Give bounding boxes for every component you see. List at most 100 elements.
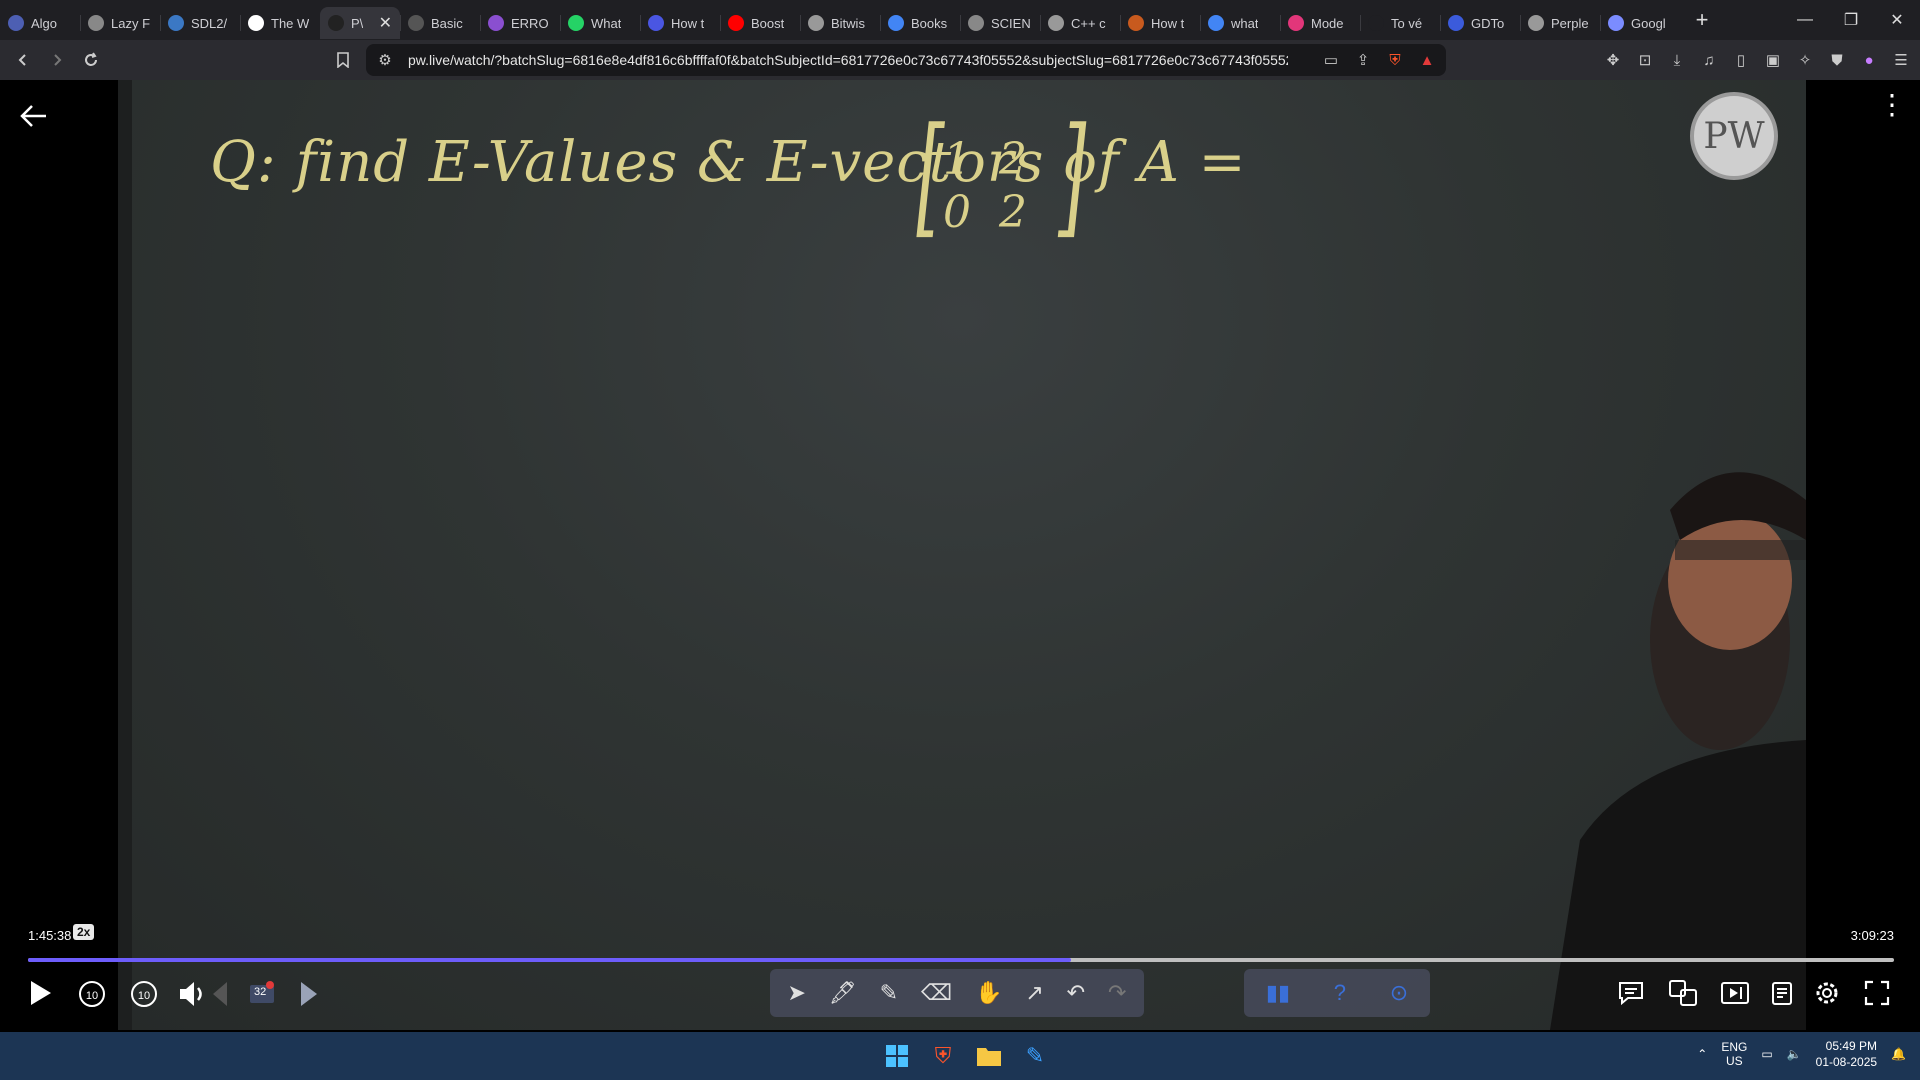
clock-time: 05:49 PM xyxy=(1825,1039,1878,1053)
poll-icon[interactable]: ▮▮ xyxy=(1266,980,1290,1006)
browser-tab[interactable]: Bitwis xyxy=(800,7,880,39)
browser-tab[interactable]: Mode xyxy=(1280,7,1360,39)
clock[interactable]: 05:49 PM 01-08-2025 xyxy=(1816,1038,1877,1070)
download-icon[interactable]: ⤓ xyxy=(1668,51,1686,69)
sidebar-icon[interactable]: ▯ xyxy=(1732,51,1750,69)
play-icon xyxy=(31,981,51,1005)
reload-button[interactable] xyxy=(74,43,108,77)
screenshot-icon[interactable]: ⊡ xyxy=(1636,51,1654,69)
language-indicator[interactable]: ENG US xyxy=(1721,1040,1747,1068)
tab-favicon-icon xyxy=(808,15,824,31)
rewind-10-button[interactable]: 10 xyxy=(76,978,108,1010)
extensions-icon[interactable]: ✥ xyxy=(1604,51,1622,69)
arrow-tool-icon[interactable]: ↗ xyxy=(1025,980,1043,1006)
pen-tool-icon[interactable]: ✎ xyxy=(880,980,898,1006)
folder-icon xyxy=(977,1048,1001,1066)
more-options-icon[interactable]: ⋮ xyxy=(1878,91,1906,119)
play-button[interactable] xyxy=(26,978,56,1008)
slide-counter[interactable]: 32 xyxy=(246,978,278,1010)
chat-button[interactable] xyxy=(1616,978,1646,1008)
translate-button[interactable] xyxy=(1668,978,1698,1008)
brave-rewards-icon[interactable]: ▲ xyxy=(1418,51,1436,69)
playback-speed-badge[interactable]: 2x xyxy=(73,924,95,940)
browser-tab[interactable]: Basic xyxy=(400,7,480,39)
fullscreen-button[interactable] xyxy=(1862,978,1892,1008)
undo-icon[interactable]: ↶ xyxy=(1067,980,1085,1006)
browser-tab[interactable]: How t xyxy=(1120,7,1200,39)
doubt-icon[interactable]: ? xyxy=(1334,980,1346,1006)
brave-browser-taskbar[interactable]: ⛨ xyxy=(926,1040,960,1072)
back-button[interactable] xyxy=(6,43,40,77)
network-icon[interactable]: ▭ xyxy=(1761,1047,1772,1061)
url-text[interactable]: pw.live/watch/?batchSlug=6816e8e4df816c6… xyxy=(408,52,1288,68)
browser-tab[interactable]: To vé xyxy=(1360,7,1440,39)
brave-shields-icon[interactable]: ⛨ xyxy=(1386,51,1404,69)
menu-icon[interactable]: ☰ xyxy=(1892,51,1910,69)
tab-label: Bitwis xyxy=(831,15,865,31)
forward-button[interactable] xyxy=(40,43,74,77)
close-window-button[interactable]: ✕ xyxy=(1874,0,1920,40)
chevron-up-icon[interactable]: ⌃ xyxy=(1697,1047,1707,1061)
cast-icon[interactable]: ▭ xyxy=(1322,51,1340,69)
video-player[interactable]: Q: find E-Values & E-vectors of A = [ 1 … xyxy=(0,80,1920,1032)
clock-date: 01-08-2025 xyxy=(1815,1055,1878,1069)
settings-button[interactable] xyxy=(1812,978,1842,1008)
browser-tab[interactable]: GDTo xyxy=(1440,7,1520,39)
language-code: ENG xyxy=(1721,1040,1748,1054)
media-icon[interactable]: ♫ xyxy=(1700,51,1718,69)
browser-tab[interactable]: SDL2/ xyxy=(160,7,240,39)
vpn-icon[interactable]: ⛊ xyxy=(1828,51,1846,69)
browser-tab[interactable]: Googl xyxy=(1600,7,1680,39)
tab-favicon-icon xyxy=(88,15,104,31)
tab-favicon-icon xyxy=(1208,15,1224,31)
profile-icon[interactable]: ● xyxy=(1860,51,1878,69)
browser-tab[interactable]: Perple xyxy=(1520,7,1600,39)
next-video-button[interactable] xyxy=(1720,978,1750,1008)
tab-label: Boost xyxy=(751,15,785,31)
site-settings-icon[interactable]: ⚙ xyxy=(376,51,394,69)
share-icon[interactable]: ⇪ xyxy=(1354,51,1372,69)
windows-taskbar: ⛨ ✎ ⌃ ENG US ▭ 🔈 05:49 PM 01-08-2025 🔔 xyxy=(0,1032,1920,1080)
address-bar[interactable]: ⚙ pw.live/watch/?batchSlug=6816e8e4df816… xyxy=(366,44,1446,76)
redo-icon[interactable]: ↷ xyxy=(1108,980,1126,1006)
prev-slide-button[interactable] xyxy=(208,978,232,1010)
new-tab-button[interactable]: + xyxy=(1686,4,1718,36)
navigation-bar: ⚙ pw.live/watch/?batchSlug=6816e8e4df816… xyxy=(0,40,1920,80)
browser-tab[interactable]: What xyxy=(560,7,640,39)
file-explorer-taskbar[interactable] xyxy=(972,1040,1006,1072)
browser-tab[interactable]: SCIEN xyxy=(960,7,1040,39)
region-code: US xyxy=(1726,1054,1743,1068)
browser-tab[interactable]: what xyxy=(1200,7,1280,39)
camera-icon[interactable]: ⊙ xyxy=(1390,980,1408,1006)
browser-tab[interactable]: P\ ✕ xyxy=(320,7,400,39)
eraser-tool-icon[interactable]: ⌫ xyxy=(921,980,952,1006)
laser-tool-icon[interactable]: 🖋 xyxy=(829,980,857,1006)
back-chevron-icon xyxy=(18,54,26,66)
browser-tab[interactable]: C++ c xyxy=(1040,7,1120,39)
browser-tab[interactable]: How t xyxy=(640,7,720,39)
browser-tab[interactable]: ERRO xyxy=(480,7,560,39)
pen-app-taskbar[interactable]: ✎ xyxy=(1018,1040,1052,1072)
leo-ai-icon[interactable]: ✧ xyxy=(1796,51,1814,69)
next-slide-button[interactable] xyxy=(296,978,322,1010)
forward-10-button[interactable]: 10 xyxy=(128,978,160,1010)
browser-tab[interactable]: Algo xyxy=(0,7,80,39)
restore-button[interactable]: ❐ xyxy=(1828,0,1874,40)
start-button[interactable] xyxy=(880,1040,914,1072)
notes-button[interactable] xyxy=(1768,978,1798,1008)
volume-button[interactable] xyxy=(176,978,210,1010)
speaker-icon[interactable]: 🔈 xyxy=(1787,1047,1802,1061)
bookmark-button[interactable] xyxy=(326,43,360,77)
browser-tab[interactable]: The W xyxy=(240,7,320,39)
browser-tab[interactable]: Books xyxy=(880,7,960,39)
browser-tab[interactable]: Boost xyxy=(720,7,800,39)
progress-bar[interactable] xyxy=(28,958,1894,962)
hand-tool-icon[interactable]: ✋ xyxy=(975,980,1002,1006)
pointer-tool-icon[interactable]: ➤ xyxy=(787,980,805,1006)
back-arrow-icon[interactable] xyxy=(20,102,48,136)
notification-bell-icon[interactable]: 🔔 xyxy=(1891,1047,1906,1061)
wallet-icon[interactable]: ▣ xyxy=(1764,51,1782,69)
browser-tab[interactable]: Lazy F xyxy=(80,7,160,39)
tab-close-icon[interactable]: ✕ xyxy=(379,13,392,33)
minimize-button[interactable]: — xyxy=(1782,0,1828,40)
